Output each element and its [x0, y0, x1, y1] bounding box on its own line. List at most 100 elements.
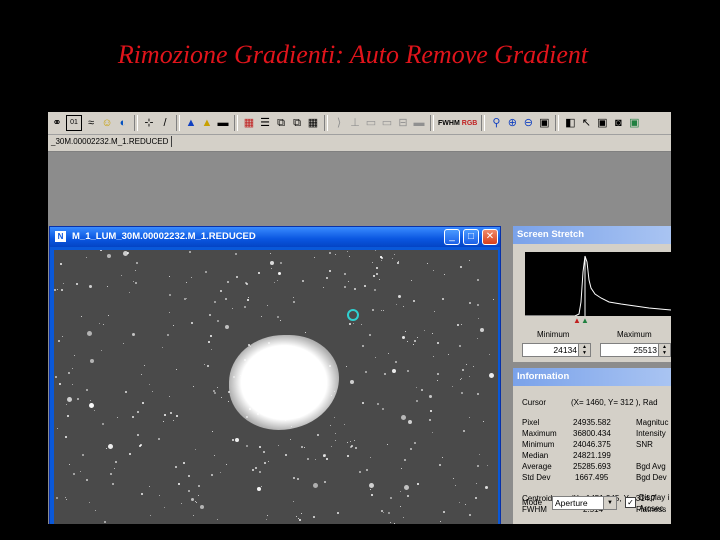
- toolbar-separator: [234, 115, 238, 131]
- fit-icon[interactable]: ▣: [537, 116, 551, 130]
- star: [315, 459, 316, 460]
- star: [217, 387, 218, 388]
- image-window-titlebar[interactable]: N M_1_LUM_30M.00002232.M_1.REDUCED _ □ ✕: [50, 227, 500, 247]
- monitor-icon[interactable]: ▬: [412, 116, 426, 130]
- toolbar-separator: [324, 115, 328, 131]
- spinner-arrows-icon[interactable]: ▲ ▼: [578, 344, 590, 356]
- close-button[interactable]: ✕: [482, 229, 498, 245]
- star: [453, 478, 454, 479]
- star: [493, 299, 494, 300]
- star: [278, 272, 281, 275]
- maximize-button[interactable]: □: [463, 229, 479, 245]
- toolbar-separator: [555, 115, 560, 131]
- camera-icon[interactable]: ◙: [611, 116, 625, 130]
- star: [107, 286, 108, 287]
- star: [164, 507, 165, 508]
- pencil-icon[interactable]: /: [158, 116, 172, 130]
- star: [178, 483, 180, 485]
- star: [72, 368, 73, 369]
- star: [214, 455, 215, 456]
- star: [461, 324, 462, 325]
- globe-icon[interactable]: ◐: [116, 116, 130, 130]
- zoom-in-icon[interactable]: ⊕: [505, 116, 519, 130]
- counter-icon[interactable]: 01: [66, 115, 82, 131]
- star: [191, 498, 194, 501]
- star: [141, 493, 143, 495]
- star: [193, 386, 194, 387]
- star: [293, 477, 295, 479]
- toolbar-separator: [481, 115, 486, 131]
- star: [232, 439, 234, 441]
- flip-icon[interactable]: ◧: [563, 116, 577, 130]
- align-icon[interactable]: ⊥: [348, 116, 362, 130]
- frame-chain-icon[interactable]: ⧉: [290, 116, 304, 130]
- dither-icon[interactable]: ⊹: [142, 116, 156, 130]
- star: [444, 274, 445, 275]
- star: [101, 350, 102, 351]
- star: [173, 325, 174, 326]
- star: [66, 499, 67, 500]
- star: [214, 392, 216, 394]
- cursor-value: (X= 1460, Y= 312 ), Rad: [571, 398, 658, 407]
- star: [123, 343, 124, 344]
- star: [473, 366, 474, 367]
- pointer-icon[interactable]: ↖: [579, 116, 593, 130]
- color-grid-icon[interactable]: ▦: [242, 116, 256, 130]
- image-window[interactable]: N M_1_LUM_30M.00002232.M_1.REDUCED _ □ ✕: [49, 226, 501, 524]
- pixel-label: Pixel: [522, 418, 540, 427]
- compare-icon[interactable]: ⊟: [396, 116, 410, 130]
- triangle-blue-icon[interactable]: ▲: [184, 116, 198, 130]
- zoom-out-icon[interactable]: ⊖: [521, 116, 535, 130]
- screen-stretch-title: Screen Stretch: [513, 226, 671, 244]
- star: [198, 495, 199, 496]
- fwhm-button[interactable]: FWHM: [438, 120, 460, 127]
- star: [67, 415, 69, 417]
- stretch-high-marker[interactable]: ▲: [581, 316, 589, 325]
- star: [354, 288, 356, 290]
- star: [462, 369, 464, 371]
- star: [267, 515, 268, 516]
- star: [176, 369, 177, 370]
- image-icon[interactable]: ▣: [595, 116, 609, 130]
- star: [220, 472, 221, 473]
- star: [477, 338, 478, 339]
- minimum-value[interactable]: 24134: [553, 345, 577, 355]
- star: [335, 433, 336, 434]
- minimize-button[interactable]: _: [444, 229, 460, 245]
- star: [59, 383, 61, 385]
- ruler-icon[interactable]: ▬: [216, 116, 230, 130]
- star: [401, 415, 406, 420]
- smiley-icon[interactable]: ☺: [100, 116, 114, 130]
- star: [405, 331, 406, 332]
- histogram[interactable]: [525, 252, 671, 316]
- star: [266, 519, 267, 520]
- sigma-icon[interactable]: ≈: [84, 116, 98, 130]
- picture-icon[interactable]: ▣: [627, 116, 641, 130]
- frame-icon[interactable]: ⧉: [274, 116, 288, 130]
- minimum-spinner[interactable]: 24134 ▲ ▼: [522, 343, 591, 357]
- bar-icon[interactable]: ▭: [364, 116, 378, 130]
- astronomical-image[interactable]: [54, 250, 498, 524]
- spinner-arrows-icon[interactable]: ▲ ▼: [658, 344, 670, 356]
- bar-alt-icon[interactable]: ▭: [380, 116, 394, 130]
- star: [469, 260, 470, 261]
- star: [205, 271, 207, 273]
- star: [362, 402, 364, 404]
- star: [403, 517, 404, 518]
- grid-icon[interactable]: ▦: [306, 116, 320, 130]
- search-icon[interactable]: ⚲: [489, 116, 503, 130]
- maximum-value[interactable]: 25513: [633, 345, 657, 355]
- stack-icon[interactable]: ☰: [258, 116, 272, 130]
- star: [55, 376, 57, 378]
- maximum-spinner[interactable]: 25513 ▲ ▼: [600, 343, 671, 357]
- triangle-yellow-icon[interactable]: ▲: [200, 116, 214, 130]
- document-tab[interactable]: _30M.00002232.M_1.REDUCED: [48, 136, 173, 147]
- star: [277, 316, 279, 318]
- star: [355, 447, 357, 449]
- rgb-button[interactable]: RGB: [462, 120, 478, 127]
- stretch-icon[interactable]: ⟩: [332, 116, 346, 130]
- stretch-low-marker[interactable]: ▲: [573, 316, 581, 325]
- star: [169, 396, 170, 397]
- star: [330, 425, 331, 426]
- link-icon[interactable]: ⚭: [50, 116, 64, 130]
